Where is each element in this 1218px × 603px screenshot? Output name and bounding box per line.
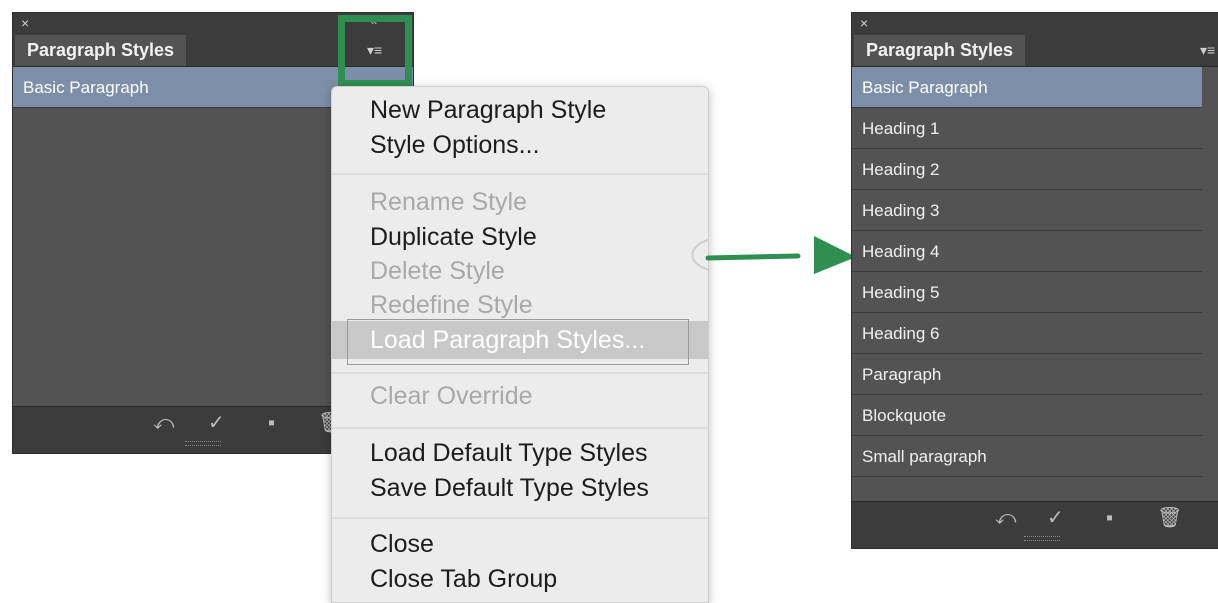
- menu-item-rename-style: Rename Style: [370, 188, 528, 216]
- menu-item-delete-style: Delete Style: [370, 257, 505, 285]
- list-item-heading-2[interactable]: Heading 2: [852, 149, 1202, 190]
- menu-item-new-paragraph-style[interactable]: New Paragraph Style: [370, 95, 606, 125]
- clear-override-icon[interactable]: ⤺: [153, 413, 174, 433]
- tab-bar: Paragraph Styles ▾≡: [852, 33, 1218, 67]
- redefine-check-icon[interactable]: ✓: [208, 413, 225, 433]
- tab-paragraph-styles[interactable]: Paragraph Styles: [15, 35, 187, 66]
- trash-icon[interactable]: 🗑: [1157, 508, 1182, 528]
- list-item-basic-paragraph[interactable]: Basic Paragraph: [852, 67, 1202, 108]
- list-item-small-paragraph[interactable]: Small paragraph: [852, 436, 1202, 477]
- panel-footer: ⤺ ✓ ▪ 🗑: [852, 501, 1218, 548]
- list-item-heading-4[interactable]: Heading 4: [852, 231, 1202, 272]
- menu-separator: [332, 517, 708, 519]
- menu-item-load-default-type-styles[interactable]: Load Default Type Styles: [370, 438, 648, 468]
- list-item-heading-3[interactable]: Heading 3: [852, 190, 1202, 231]
- right-paragraph-styles-panel: × Paragraph Styles ▾≡ Basic Paragraph He…: [851, 12, 1218, 549]
- tab-paragraph-styles[interactable]: Paragraph Styles: [854, 35, 1026, 66]
- menu-item-save-default-type-styles[interactable]: Save Default Type Styles: [370, 473, 649, 503]
- panel-titlebar: ×: [852, 13, 1218, 33]
- menu-separator: [332, 173, 708, 175]
- styles-list: Basic Paragraph Heading 1 Heading 2 Head…: [852, 67, 1202, 477]
- close-icon[interactable]: ×: [21, 14, 29, 32]
- redefine-check-icon[interactable]: ✓: [1047, 508, 1064, 528]
- resize-grip[interactable]: [1024, 536, 1060, 541]
- close-icon[interactable]: ×: [860, 14, 868, 32]
- new-style-icon[interactable]: ▪: [268, 413, 275, 433]
- clear-override-icon[interactable]: ⤺: [995, 508, 1016, 528]
- menu-item-load-paragraph-styles[interactable]: Load Paragraph Styles...: [370, 325, 645, 355]
- arrow-annotation-icon: [691, 236, 856, 274]
- list-item-heading-6[interactable]: Heading 6: [852, 313, 1202, 354]
- menu-item-close-tab-group[interactable]: Close Tab Group: [370, 564, 557, 594]
- menu-item-close[interactable]: Close: [370, 529, 434, 559]
- resize-grip[interactable]: [185, 441, 221, 446]
- menu-separator: [332, 372, 708, 374]
- list-item-blockquote[interactable]: Blockquote: [852, 395, 1202, 436]
- panel-menu-icon[interactable]: ▾≡: [1200, 43, 1215, 57]
- list-item-heading-5[interactable]: Heading 5: [852, 272, 1202, 313]
- new-style-icon[interactable]: ▪: [1106, 508, 1113, 528]
- menu-item-style-options[interactable]: Style Options...: [370, 130, 540, 160]
- menu-separator: [332, 427, 708, 429]
- menu-item-duplicate-style[interactable]: Duplicate Style: [370, 222, 537, 252]
- menu-item-redefine-style: Redefine Style: [370, 291, 533, 319]
- menu-item-clear-override: Clear Override: [370, 382, 533, 410]
- highlight-annotation-box: [338, 15, 412, 87]
- list-item-paragraph[interactable]: Paragraph: [852, 354, 1202, 395]
- panel-flyout-menu: New Paragraph Style Style Options... Ren…: [331, 86, 709, 603]
- list-item-heading-1[interactable]: Heading 1: [852, 108, 1202, 149]
